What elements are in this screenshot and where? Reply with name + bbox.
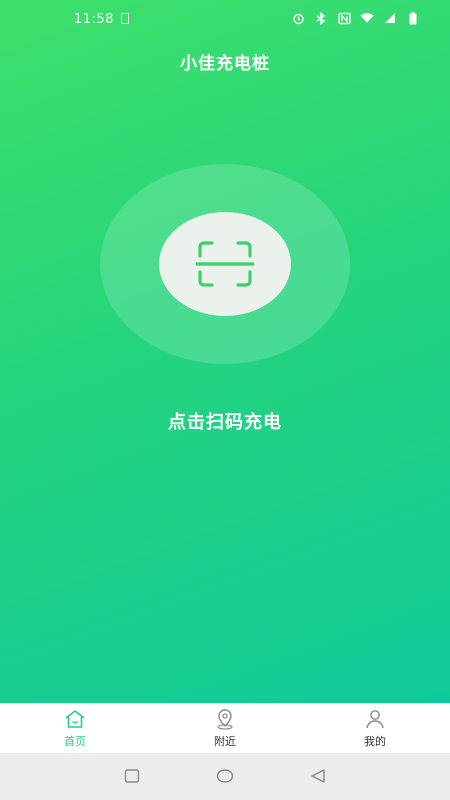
tab-label-home: 首页	[64, 735, 86, 748]
alarm-icon	[291, 11, 305, 25]
recent-apps-icon	[124, 769, 140, 783]
signal-icon	[383, 11, 397, 25]
scan-button[interactable]	[159, 212, 291, 316]
bluetooth-icon	[314, 11, 328, 25]
recent-apps-button[interactable]	[124, 768, 140, 788]
wifi-icon	[360, 11, 374, 25]
location-pin-icon	[217, 709, 233, 730]
tab-label-nearby: 附近	[214, 735, 236, 748]
battery-icon	[406, 11, 420, 25]
status-bar: 11:58	[0, 0, 450, 38]
main-screen: 11:58 小佳充电桩 点击扫码充电	[0, 0, 450, 703]
user-icon	[366, 710, 384, 729]
home-nav-button[interactable]	[216, 768, 234, 788]
system-nav-bar	[0, 753, 450, 800]
home-icon	[65, 710, 85, 728]
tab-home[interactable]: 首页	[15, 704, 135, 754]
back-icon	[311, 769, 325, 783]
sim-card-icon	[121, 13, 129, 24]
app-title: 小佳充电桩	[180, 54, 270, 74]
scan-icon	[196, 241, 254, 287]
scan-label[interactable]: 点击扫码充电	[0, 408, 450, 434]
status-icons	[291, 11, 420, 25]
status-time: 11:58	[74, 12, 114, 27]
tab-nearby[interactable]: 附近	[165, 704, 285, 754]
home-circle-icon	[216, 769, 234, 783]
tab-mine[interactable]: 我的	[315, 704, 435, 754]
back-button[interactable]	[310, 768, 326, 788]
nfc-icon	[337, 11, 351, 25]
tab-label-mine: 我的	[364, 735, 386, 748]
bottom-tab-bar: 首页 附近 我的	[0, 703, 450, 753]
